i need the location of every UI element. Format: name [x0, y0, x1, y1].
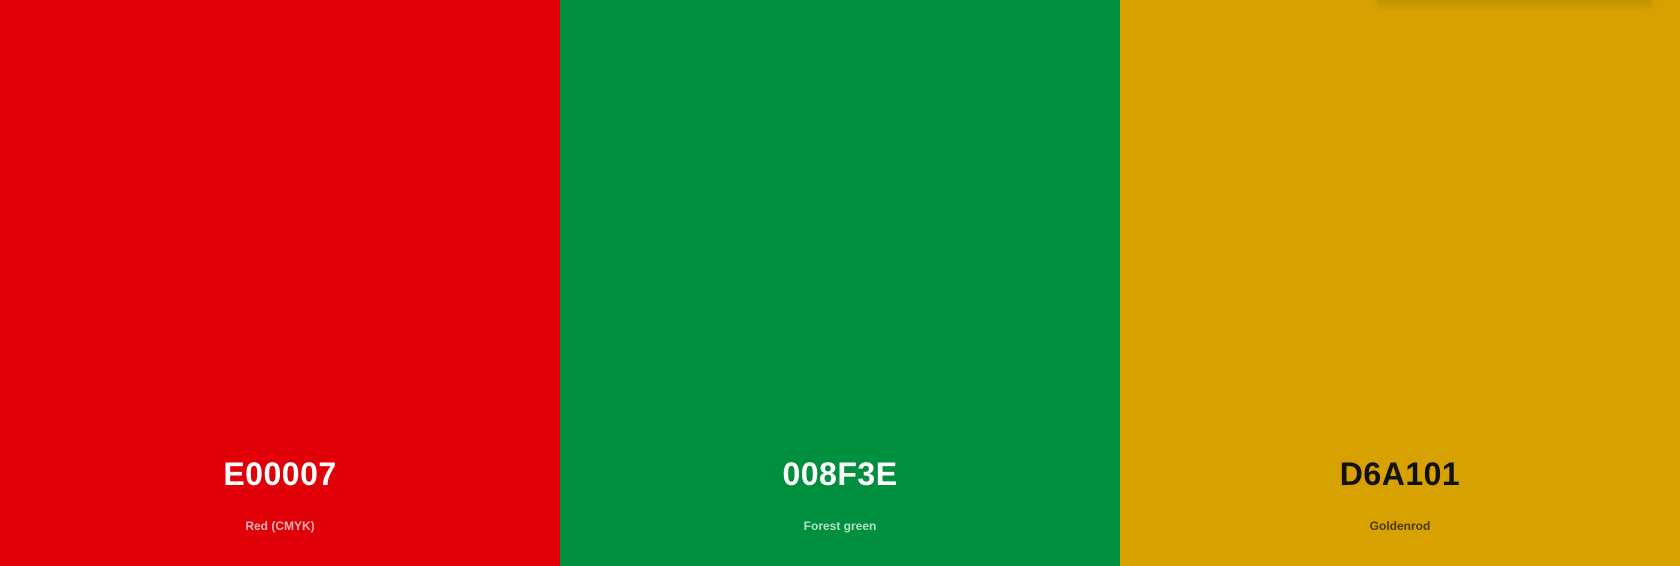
swatch-hex-code[interactable]: 008F3E — [560, 454, 1120, 494]
swatch-goldenrod[interactable]: D6A101 Goldenrod — [1120, 0, 1680, 566]
swatch-label-group: 008F3E Forest green — [560, 446, 1120, 566]
swatch-label-group: D6A101 Goldenrod — [1120, 446, 1680, 566]
swatch-red-cmyk[interactable]: E00007 Red (CMYK) — [0, 0, 560, 566]
swatch-color-name: Forest green — [803, 519, 877, 533]
swatch-label-group: E00007 Red (CMYK) — [0, 446, 560, 566]
swatch-hex-code[interactable]: D6A101 — [1120, 454, 1680, 494]
color-palette: E00007 Red (CMYK) 008F3E Forest green D6… — [0, 0, 1680, 566]
swatch-forest-green[interactable]: 008F3E Forest green — [560, 0, 1120, 566]
swatch-color-name: Red (CMYK) — [245, 519, 315, 533]
swatch-hex-code[interactable]: E00007 — [0, 454, 560, 494]
swatch-color-name: Goldenrod — [1369, 519, 1431, 533]
top-toolbar-edge — [1376, 0, 1653, 4]
